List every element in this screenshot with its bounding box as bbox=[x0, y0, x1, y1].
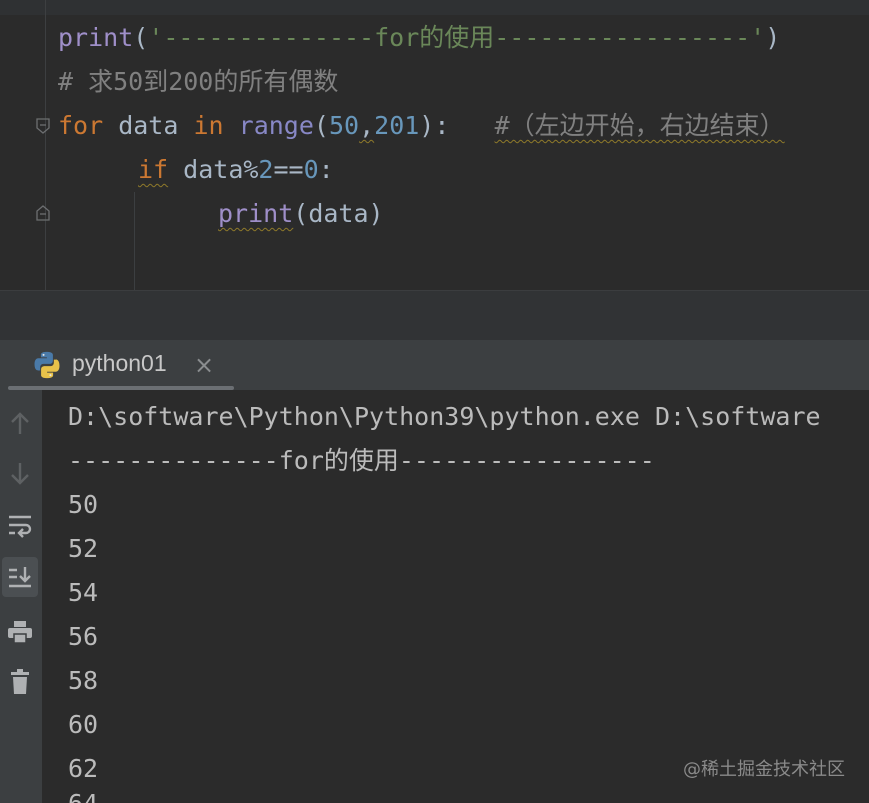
trash-icon[interactable] bbox=[2, 662, 38, 702]
fold-end-icon[interactable] bbox=[36, 205, 50, 221]
paren: ) bbox=[765, 23, 781, 52]
colon: : bbox=[318, 155, 334, 184]
number: 201 bbox=[374, 111, 420, 140]
print-call: print bbox=[218, 199, 294, 228]
run-tab[interactable]: python01 × bbox=[8, 340, 234, 390]
print-icon[interactable] bbox=[2, 612, 38, 652]
console-command-line: D:\software\Python\Python39\python.exe D… bbox=[68, 402, 821, 431]
panel-divider[interactable] bbox=[0, 290, 869, 341]
indent-guide bbox=[134, 192, 135, 290]
console-output-line: 50 bbox=[68, 490, 99, 519]
operator: == bbox=[273, 155, 304, 184]
number: 2 bbox=[258, 155, 274, 184]
python-icon bbox=[34, 351, 60, 379]
close-icon[interactable]: × bbox=[194, 351, 214, 379]
run-console-output[interactable]: D:\software\Python\Python39\python.exe D… bbox=[42, 390, 869, 803]
keyword-if: if bbox=[138, 155, 169, 184]
console-output-line: 56 bbox=[68, 622, 99, 651]
console-output-line: 62 bbox=[68, 754, 99, 783]
comma-warning: , bbox=[359, 111, 375, 140]
code-line-5: print(data) bbox=[218, 199, 384, 229]
code-line-1: print('--------------for的使用-------------… bbox=[58, 23, 780, 53]
editor-top-strip bbox=[0, 0, 869, 15]
code-editor[interactable]: print('--------------for的使用-------------… bbox=[0, 0, 869, 290]
print-call: print bbox=[58, 23, 134, 52]
keyword-in: in bbox=[193, 111, 224, 140]
paren: ( bbox=[133, 23, 149, 52]
arguments: (data) bbox=[293, 199, 384, 228]
code-line-4: if data%2==0: bbox=[138, 155, 334, 185]
console-output-line: 52 bbox=[68, 534, 99, 563]
scroll-to-end-icon[interactable] bbox=[2, 557, 38, 597]
keyword-for: for bbox=[58, 111, 104, 140]
console-output-line: 58 bbox=[68, 666, 99, 695]
paren: ( bbox=[313, 111, 329, 140]
range-call: range bbox=[238, 111, 314, 140]
console-header-line: --------------for的使用----------------- bbox=[68, 446, 655, 475]
run-tab-label: python01 bbox=[72, 350, 167, 376]
code-line-3: for data in range(50,201): #（左边开始，右边结束） bbox=[58, 111, 785, 141]
console-output-line: 54 bbox=[68, 578, 99, 607]
soft-wrap-icon[interactable] bbox=[2, 506, 38, 546]
watermark: @稀土掘金技术社区 bbox=[683, 759, 845, 780]
console-output-line: 64 bbox=[68, 789, 98, 803]
expression: data% bbox=[168, 155, 259, 184]
run-tab-bar: python01 × bbox=[0, 340, 869, 390]
fold-open-icon[interactable] bbox=[36, 118, 50, 134]
number: 50 bbox=[328, 111, 360, 140]
number: 0 bbox=[303, 155, 319, 184]
string-literal: '--------------for的使用-----------------' bbox=[148, 23, 766, 52]
code-line-2-comment: # 求50到200的所有偶数 bbox=[58, 67, 339, 96]
variable: data bbox=[103, 111, 194, 140]
arrow-down-icon[interactable] bbox=[2, 453, 38, 493]
gutter-divider bbox=[45, 0, 46, 290]
arrow-up-icon[interactable] bbox=[2, 404, 38, 444]
inline-comment: #（左边开始，右边结束） bbox=[494, 111, 785, 140]
run-toolbar bbox=[0, 390, 42, 803]
paren: ): bbox=[419, 111, 450, 140]
console-output-line: 60 bbox=[68, 710, 99, 739]
